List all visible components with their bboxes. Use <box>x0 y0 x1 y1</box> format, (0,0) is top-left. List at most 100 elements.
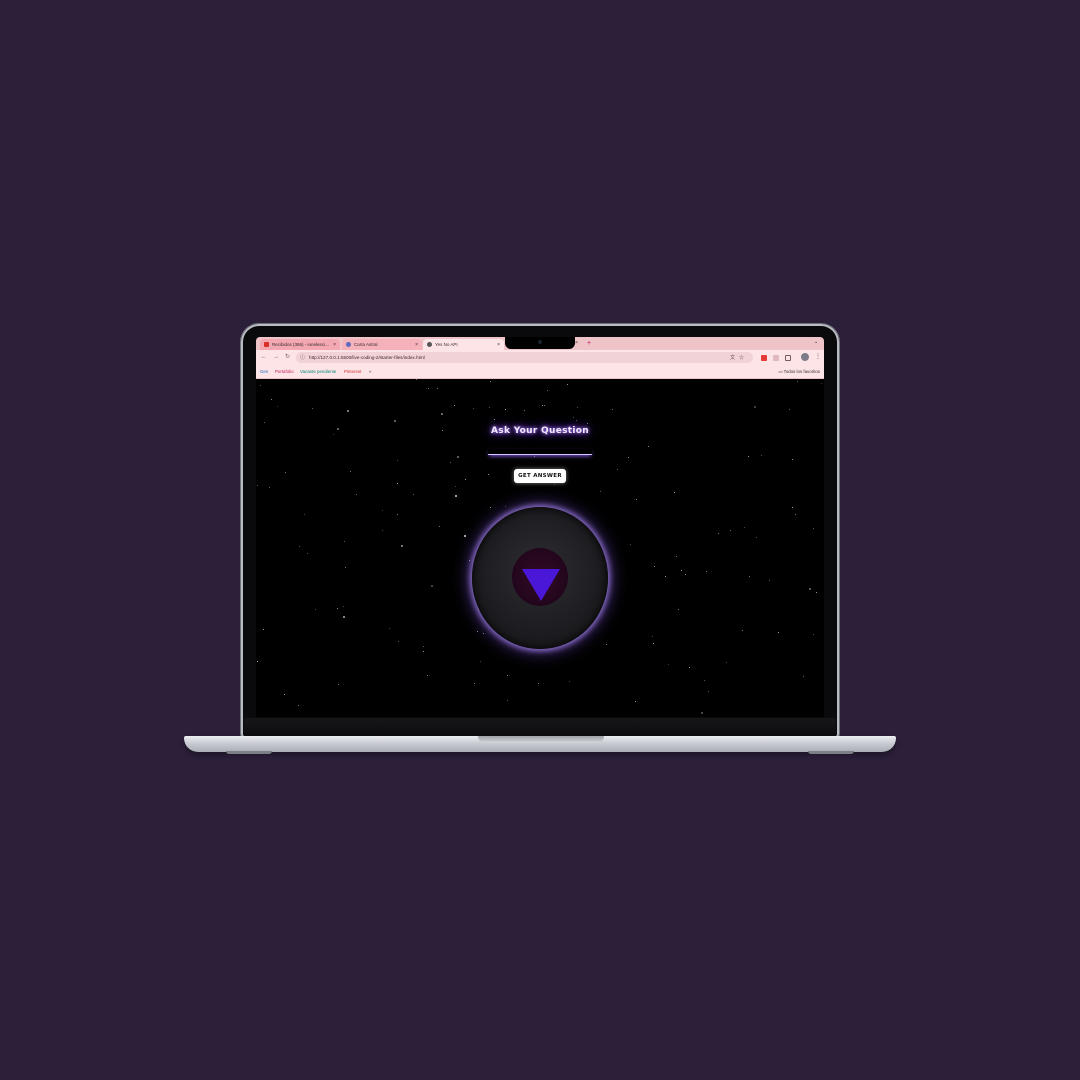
star <box>285 472 286 473</box>
star <box>718 533 719 534</box>
close-icon[interactable]: × <box>333 342 336 348</box>
site-info-icon[interactable]: ⓘ <box>300 354 305 361</box>
puzzle-icon[interactable] <box>785 355 791 361</box>
star <box>488 474 489 475</box>
star <box>347 410 349 412</box>
laptop-thumb-notch <box>478 736 604 743</box>
reload-icon[interactable]: ↻ <box>285 354 290 361</box>
tab-carta-astral[interactable]: Carta Astral × <box>342 339 422 350</box>
star <box>648 446 649 447</box>
star <box>742 630 743 631</box>
question-input[interactable] <box>488 449 592 455</box>
star <box>312 408 313 409</box>
star <box>298 705 299 706</box>
star <box>567 384 568 385</box>
address-bar[interactable]: ⓘ http://127.0.0.1:5500/live-coding-2/st… <box>296 352 753 363</box>
star <box>343 616 345 618</box>
star <box>394 420 396 422</box>
star <box>748 456 749 457</box>
star <box>744 527 745 528</box>
star <box>813 528 814 529</box>
back-icon[interactable]: ← <box>261 354 267 361</box>
star <box>678 609 679 610</box>
tab-title: Recibidos (386) - ionelesci... <box>272 342 329 347</box>
star <box>538 683 539 684</box>
star <box>464 535 466 537</box>
star <box>489 407 490 408</box>
close-icon[interactable]: × <box>415 342 418 348</box>
laptop-foot <box>808 751 854 754</box>
laptop-chin <box>244 718 836 736</box>
tab-inbox[interactable]: Recibidos (386) - ionelesci... × <box>260 339 340 350</box>
all-bookmarks-button[interactable]: ▭ Todos los favoritos <box>778 369 820 375</box>
star <box>544 405 545 406</box>
star <box>689 667 690 668</box>
extension-icon[interactable] <box>761 355 767 361</box>
page-content: Ask Your Question GET ANSWER <box>256 379 824 717</box>
close-icon[interactable]: × <box>575 340 578 346</box>
laptop-foot <box>226 751 272 754</box>
star <box>343 606 344 607</box>
bookmark-portafolio[interactable]: Portafolio <box>275 369 294 374</box>
star <box>507 675 508 676</box>
star <box>382 530 383 531</box>
star <box>474 683 475 684</box>
star <box>337 608 338 609</box>
star <box>264 422 265 423</box>
star <box>423 646 424 647</box>
star <box>803 676 804 677</box>
inbox-icon <box>264 342 269 347</box>
star <box>636 499 637 500</box>
star <box>754 406 756 408</box>
star <box>401 545 403 547</box>
star <box>299 546 300 547</box>
browser-toolbar: ← → ↻ ⓘ http://127.0.0.1:5500/live-codin… <box>256 350 824 366</box>
avatar[interactable] <box>801 353 809 361</box>
star <box>749 576 750 577</box>
star <box>455 495 457 497</box>
star <box>778 632 779 633</box>
page-title: Ask Your Question <box>491 426 589 436</box>
new-tab-button[interactable]: + <box>587 339 591 348</box>
star <box>524 410 525 411</box>
star <box>668 664 669 665</box>
bookmark-vacante[interactable]: Vacante pendiente <box>300 369 336 374</box>
star <box>263 629 264 630</box>
bookmark-pinterest[interactable]: Pinterest <box>344 369 361 374</box>
star <box>730 530 731 531</box>
tab-title: Carta Astral <box>354 342 378 347</box>
star <box>437 388 438 389</box>
star <box>428 388 429 389</box>
star <box>304 514 305 515</box>
forward-icon[interactable]: → <box>273 354 279 361</box>
star <box>494 419 495 420</box>
star-icon[interactable]: 文☆ <box>730 354 748 361</box>
bookmark-gen[interactable]: Gen <box>260 369 268 374</box>
star <box>423 651 424 652</box>
tab-yes-no-api[interactable]: Yes No API × <box>423 339 504 350</box>
star <box>315 609 316 610</box>
star <box>547 390 548 391</box>
star <box>554 484 555 485</box>
tab-search-icon[interactable]: ⌄ <box>814 339 818 345</box>
star <box>617 469 618 470</box>
star <box>490 381 491 382</box>
star <box>397 514 398 515</box>
page-icon <box>427 342 432 347</box>
star <box>653 643 654 644</box>
get-answer-button[interactable]: GET ANSWER <box>514 469 566 483</box>
star <box>450 462 451 463</box>
extension-icon[interactable] <box>773 355 779 361</box>
bookmarks-bar: Gen Portafolio Vacante pendiente Pintere… <box>256 366 824 379</box>
star <box>350 471 351 472</box>
star <box>490 507 491 508</box>
menu-icon[interactable]: ⋮ <box>815 353 821 360</box>
star <box>654 566 655 567</box>
star <box>809 588 811 590</box>
close-icon[interactable]: × <box>497 342 500 348</box>
bookmarks-overflow-button[interactable]: » <box>369 369 371 374</box>
star <box>628 457 629 458</box>
star <box>813 634 814 635</box>
star <box>821 383 822 384</box>
star <box>576 420 577 421</box>
